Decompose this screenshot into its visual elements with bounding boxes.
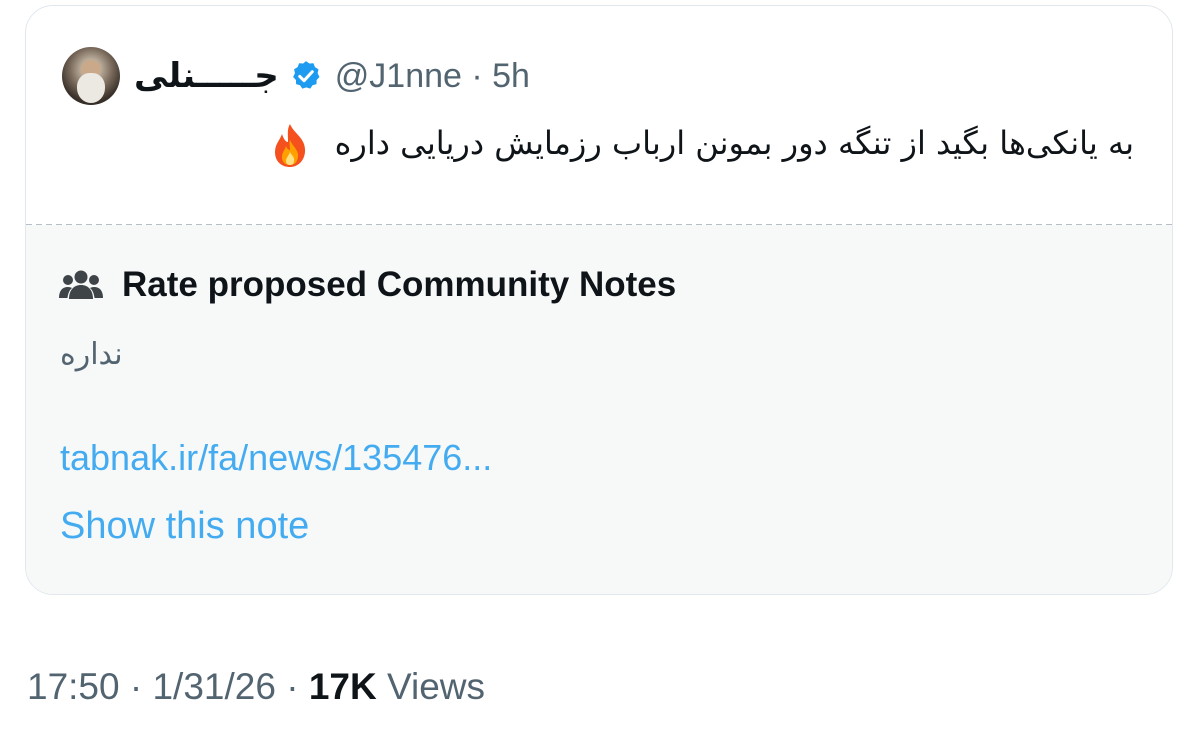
- verified-badge-icon: [292, 61, 320, 89]
- community-notes-header[interactable]: Rate proposed Community Notes: [58, 265, 676, 305]
- community-notes-panel: Rate proposed Community Notes نداره tabn…: [26, 225, 1172, 594]
- community-notes-title: Rate proposed Community Notes: [122, 265, 677, 304]
- tweet-header: جـــــنلی @J1nne · 5h: [62, 46, 530, 106]
- fire-emoji-icon: [275, 124, 306, 167]
- avatar[interactable]: [62, 47, 120, 105]
- note-text: نداره: [60, 337, 123, 372]
- author-name[interactable]: جـــــنلی: [134, 56, 279, 96]
- note-source-link[interactable]: tabnak.ir/fa/news/135476...: [60, 437, 492, 479]
- quoted-tweet-card[interactable]: جـــــنلی @J1nne · 5h به یانکی‌ها بگید ا…: [25, 5, 1173, 595]
- show-note-button[interactable]: Show this note: [60, 505, 309, 548]
- people-icon: [59, 270, 103, 299]
- views-count: 17K: [308, 666, 377, 707]
- tweet-date[interactable]: 1/31/26: [152, 666, 275, 707]
- tweet-metadata: 17:50 · 1/31/26 · 17K Views: [27, 666, 486, 707]
- tweet-time: 5h: [492, 56, 530, 95]
- avatar-beard: [77, 73, 105, 103]
- tweet-timestamp[interactable]: 17:50: [27, 666, 120, 707]
- tweet[interactable]: جـــــنلی @J1nne · 5h به یانکی‌ها بگید ا…: [26, 6, 1172, 220]
- author-handle[interactable]: @J1nne · 5h: [335, 57, 530, 96]
- views-label: Views: [387, 666, 486, 707]
- tweet-text: به یانکی‌ها بگید از تنگه دور بمونن ارباب…: [270, 122, 1134, 168]
